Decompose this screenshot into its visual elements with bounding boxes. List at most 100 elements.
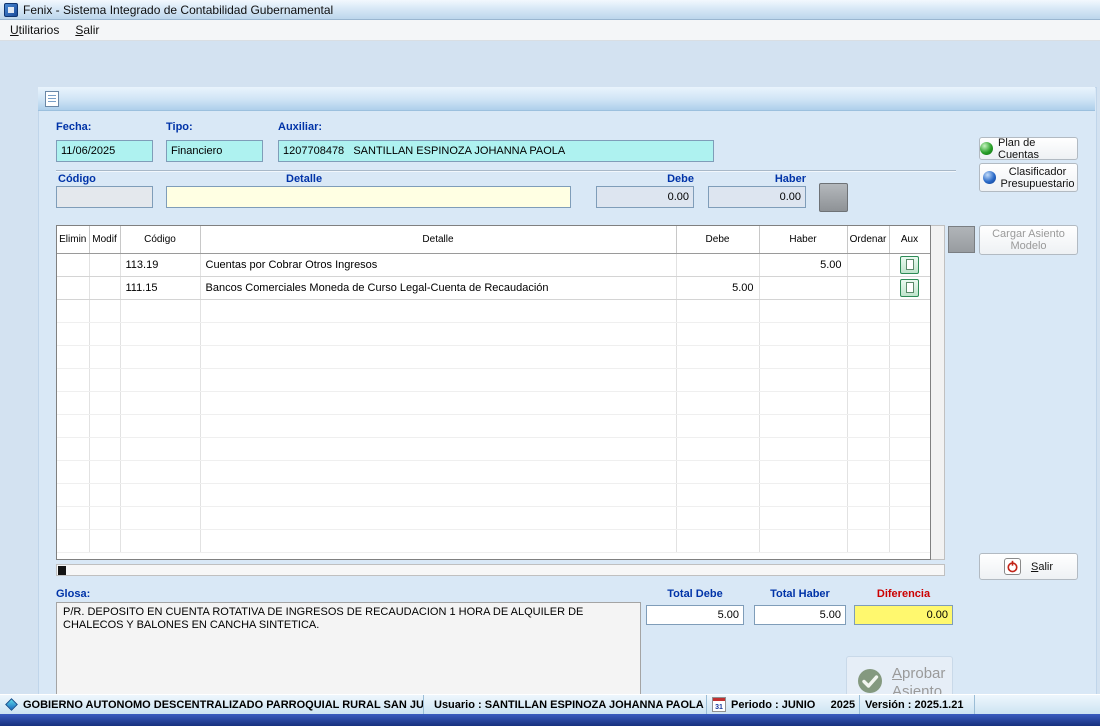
app-window: Fenix - Sistema Integrado de Contabilida… bbox=[0, 0, 1100, 726]
cell-ordenar[interactable] bbox=[847, 253, 889, 276]
menubar: Utilitarios Salir bbox=[0, 20, 1100, 41]
statusbar-user-panel: Usuario : SANTILLAN ESPINOZA JOHANNA PAO… bbox=[424, 695, 707, 714]
document-icon bbox=[906, 282, 914, 293]
total-haber-field: 5.00 bbox=[754, 605, 846, 625]
entries-table: Elimin Modif Código Detalle Debe Haber O… bbox=[57, 226, 931, 553]
salir-button[interactable]: Salir bbox=[979, 553, 1078, 580]
cell-elimin[interactable] bbox=[57, 253, 89, 276]
cell-debe[interactable]: 5.00 bbox=[676, 276, 759, 299]
table-row-empty bbox=[57, 414, 930, 437]
client-area: Fecha: Tipo: Auxiliar: 11/06/2025 Financ… bbox=[0, 41, 1100, 694]
table-header-row: Elimin Modif Código Detalle Debe Haber O… bbox=[57, 226, 930, 253]
asiento-form: Fecha: Tipo: Auxiliar: 11/06/2025 Financ… bbox=[38, 87, 1097, 726]
tipo-label: Tipo: bbox=[166, 121, 193, 133]
debe-display: 0.00 bbox=[596, 186, 694, 208]
calendar-icon: 31 bbox=[712, 697, 726, 712]
entry-action-button[interactable] bbox=[819, 183, 848, 212]
cell-modif[interactable] bbox=[89, 253, 120, 276]
scrollbar-thumb[interactable] bbox=[58, 566, 66, 575]
titlebar[interactable]: Fenix - Sistema Integrado de Contabilida… bbox=[0, 0, 1100, 20]
grid-horizontal-scrollbar[interactable] bbox=[56, 564, 945, 576]
table-row-empty bbox=[57, 437, 930, 460]
new-document-icon[interactable] bbox=[45, 91, 59, 107]
col-header-debe: Debe bbox=[676, 226, 759, 253]
green-sphere-icon bbox=[980, 142, 993, 155]
tipo-field[interactable]: Financiero bbox=[166, 140, 263, 162]
cargar-asiento-modelo-button[interactable]: Cargar Asiento Modelo bbox=[979, 225, 1078, 255]
diferencia-label: Diferencia bbox=[854, 588, 953, 600]
auxiliar-field[interactable]: 1207708478 SANTILLAN ESPINOZA JOHANNA PA… bbox=[278, 140, 714, 162]
entries-table-body: 113.19 Cuentas por Cobrar Otros Ingresos… bbox=[57, 253, 930, 552]
table-row-empty bbox=[57, 391, 930, 414]
cell-aux bbox=[889, 253, 930, 276]
table-row[interactable]: 111.15 Bancos Comerciales Moneda de Curs… bbox=[57, 276, 930, 299]
usuario-text: Usuario : SANTILLAN ESPINOZA JOHANNA PAO… bbox=[434, 699, 704, 711]
detalle-input[interactable] bbox=[166, 186, 571, 208]
app-icon bbox=[4, 3, 18, 17]
diferencia-field: 0.00 bbox=[854, 605, 953, 625]
blue-sphere-icon bbox=[983, 171, 996, 184]
table-row-empty bbox=[57, 299, 930, 322]
codigo-label: Código bbox=[58, 173, 96, 185]
col-header-ordenar: Ordenar bbox=[847, 226, 889, 253]
entity-name: GOBIERNO AUTONOMO DESCENTRALIZADO PARROQ… bbox=[23, 699, 424, 711]
cell-elimin[interactable] bbox=[57, 276, 89, 299]
cargar-label-line1: Cargar Asiento bbox=[992, 228, 1065, 240]
aprobar-label-line1: Aprobar bbox=[892, 665, 945, 683]
separator-line bbox=[56, 170, 956, 171]
aux-document-button[interactable] bbox=[900, 256, 919, 274]
cell-haber[interactable]: 5.00 bbox=[759, 253, 847, 276]
table-row-empty bbox=[57, 368, 930, 391]
periodo-text: Periodo : JUNIO 2025 bbox=[731, 699, 855, 711]
entity-diamond-icon bbox=[5, 698, 18, 711]
cell-debe[interactable] bbox=[676, 253, 759, 276]
col-header-haber: Haber bbox=[759, 226, 847, 253]
total-debe-label: Total Debe bbox=[646, 588, 744, 600]
cell-codigo[interactable]: 111.15 bbox=[120, 276, 200, 299]
cell-detalle[interactable]: Bancos Comerciales Moneda de Curso Legal… bbox=[200, 276, 676, 299]
total-haber-label: Total Haber bbox=[754, 588, 846, 600]
power-icon bbox=[1004, 558, 1021, 575]
table-row[interactable]: 113.19 Cuentas por Cobrar Otros Ingresos… bbox=[57, 253, 930, 276]
table-row-empty bbox=[57, 322, 930, 345]
col-header-codigo: Código bbox=[120, 226, 200, 253]
document-icon bbox=[906, 259, 914, 270]
table-row-empty bbox=[57, 483, 930, 506]
haber-display: 0.00 bbox=[708, 186, 806, 208]
codigo-input[interactable] bbox=[56, 186, 153, 208]
cell-haber[interactable] bbox=[759, 276, 847, 299]
window-title: Fenix - Sistema Integrado de Contabilida… bbox=[23, 3, 333, 17]
statusbar-periodo-panel: 31 Periodo : JUNIO 2025 bbox=[707, 695, 860, 714]
cell-ordenar[interactable] bbox=[847, 276, 889, 299]
fecha-field[interactable]: 11/06/2025 bbox=[56, 140, 153, 162]
haber-label: Haber bbox=[708, 173, 806, 185]
cell-modif[interactable] bbox=[89, 276, 120, 299]
version-text: Versión : 2025.1.21 bbox=[865, 699, 963, 711]
table-row-empty bbox=[57, 345, 930, 368]
statusbar-entity-panel: GOBIERNO AUTONOMO DESCENTRALIZADO PARROQ… bbox=[0, 695, 424, 714]
clasificador-label-line2: Presupuestario bbox=[1001, 178, 1075, 190]
grid-vertical-scrollbar[interactable] bbox=[931, 225, 945, 560]
entries-grid-wrap: Elimin Modif Código Detalle Debe Haber O… bbox=[56, 225, 931, 560]
clasificador-presupuestario-button[interactable]: Clasificador Presupuestario bbox=[979, 163, 1078, 192]
taskbar[interactable] bbox=[0, 714, 1100, 726]
cargar-label-line2: Modelo bbox=[1010, 240, 1046, 252]
menu-utilitarios[interactable]: Utilitarios bbox=[2, 21, 67, 39]
cargar-asiento-icon-button[interactable] bbox=[948, 226, 975, 253]
debe-label: Debe bbox=[596, 173, 694, 185]
table-row-empty bbox=[57, 460, 930, 483]
table-row-empty bbox=[57, 529, 930, 552]
auxiliar-label: Auxiliar: bbox=[278, 121, 322, 133]
salir-button-label: Salir bbox=[1031, 561, 1053, 573]
statusbar-version-panel: Versión : 2025.1.21 bbox=[860, 695, 975, 714]
cell-aux bbox=[889, 276, 930, 299]
menu-salir[interactable]: Salir bbox=[67, 21, 107, 39]
col-header-detalle: Detalle bbox=[200, 226, 676, 253]
statusbar-empty-panel bbox=[975, 695, 1100, 714]
cell-detalle[interactable]: Cuentas por Cobrar Otros Ingresos bbox=[200, 253, 676, 276]
cell-codigo[interactable]: 113.19 bbox=[120, 253, 200, 276]
plan-de-cuentas-button[interactable]: Plan de Cuentas bbox=[979, 137, 1078, 160]
aux-document-button[interactable] bbox=[900, 279, 919, 297]
table-row-empty bbox=[57, 506, 930, 529]
col-header-aux: Aux bbox=[889, 226, 930, 253]
